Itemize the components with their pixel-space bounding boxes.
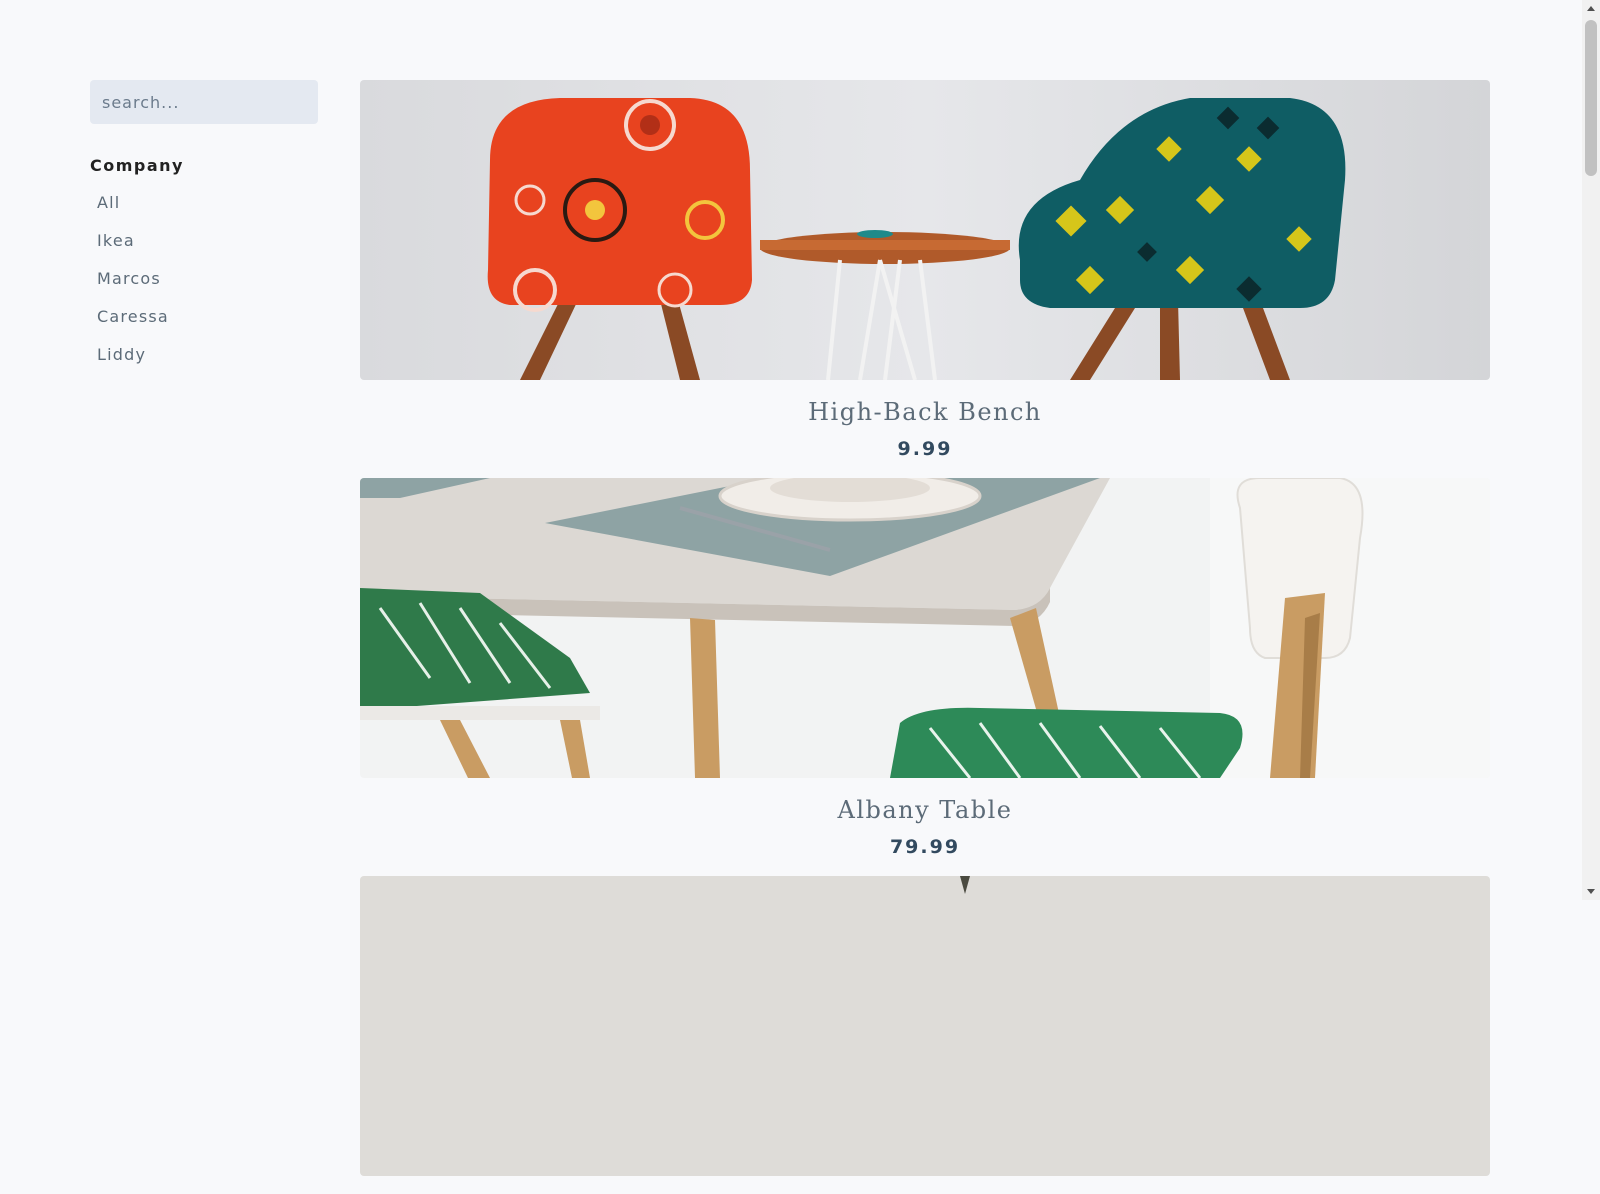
product-price: 79.99 (889, 836, 961, 858)
product-name[interactable]: Albany Table (360, 796, 1490, 824)
vertical-scrollbar[interactable] (1582, 0, 1600, 900)
product-list: High-Back Bench 9.99 Albany Table 79.99 (360, 80, 1490, 1194)
product-price: 9.99 (897, 438, 953, 460)
company-filter-all[interactable]: All (90, 189, 318, 227)
product-image-chairs[interactable] (360, 80, 1490, 380)
company-filter-liddy[interactable]: Liddy (90, 341, 318, 379)
company-filter-ikea[interactable]: Ikea (90, 227, 318, 265)
scroll-down-arrow-icon[interactable] (1587, 889, 1595, 894)
product-image-table[interactable] (360, 478, 1490, 778)
search-input[interactable] (90, 80, 318, 124)
product-card[interactable]: High-Back Bench 9.99 (360, 80, 1490, 460)
product-image-partial[interactable] (360, 876, 1490, 1176)
product-card[interactable]: Albany Table 79.99 (360, 478, 1490, 858)
product-card[interactable] (360, 876, 1490, 1176)
sidebar: Company All Ikea Marcos Caressa Liddy (90, 80, 318, 379)
company-filter-marcos[interactable]: Marcos (90, 265, 318, 303)
scroll-up-arrow-icon[interactable] (1587, 6, 1595, 11)
scrollbar-thumb[interactable] (1585, 20, 1597, 176)
company-filter-caressa[interactable]: Caressa (90, 303, 318, 341)
company-filter-title: Company (90, 156, 184, 175)
company-filter-list: All Ikea Marcos Caressa Liddy (90, 189, 318, 379)
product-name[interactable]: High-Back Bench (360, 398, 1490, 426)
